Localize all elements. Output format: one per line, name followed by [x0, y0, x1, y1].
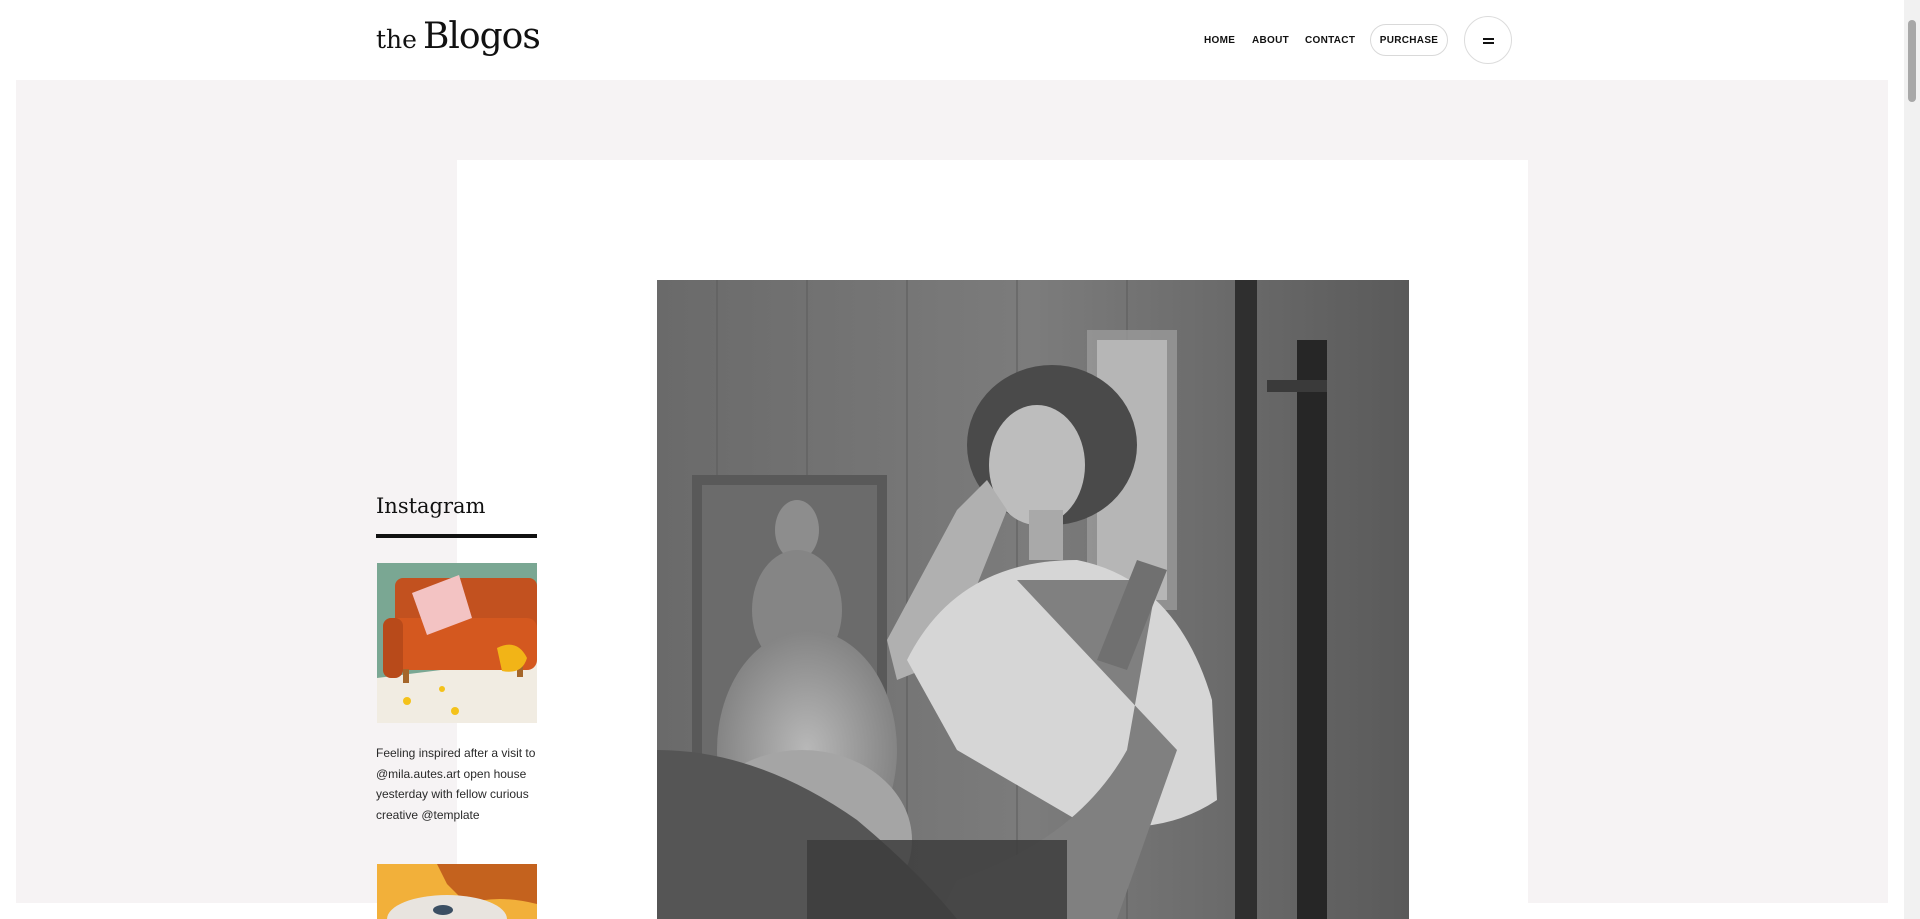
logo-prefix: the	[376, 25, 417, 54]
nav-contact-link[interactable]: CONTACT	[1305, 35, 1355, 46]
instagram-widget-title: Instagram	[376, 494, 486, 518]
featured-post-image[interactable]	[657, 280, 1409, 919]
nav-item-about[interactable]: ABOUT	[1252, 24, 1289, 56]
scrollbar-thumb[interactable]	[1908, 20, 1916, 102]
site-header: the Blogos HOME ABOUT CONTACT PURCHASE	[0, 0, 1904, 80]
menu-button[interactable]	[1464, 16, 1512, 64]
page-scrollbar[interactable]	[1904, 0, 1920, 919]
site-logo[interactable]: the Blogos	[376, 16, 541, 57]
instagram-post-caption: Feeling inspired after a visit to @mila.…	[376, 746, 536, 822]
nav-item-contact[interactable]: CONTACT	[1305, 24, 1355, 56]
instagram-post-thumbnail[interactable]	[377, 864, 537, 919]
hamburger-icon	[1483, 38, 1494, 44]
nav-item-home[interactable]: HOME	[1204, 24, 1235, 56]
purchase-button[interactable]: PURCHASE	[1370, 24, 1448, 56]
title-underline	[376, 534, 537, 538]
nav-home-link[interactable]: HOME	[1204, 35, 1235, 46]
instagram-post-thumbnail[interactable]	[377, 563, 537, 723]
nav-about-link[interactable]: ABOUT	[1252, 35, 1289, 46]
logo-name: Blogos	[422, 16, 541, 57]
